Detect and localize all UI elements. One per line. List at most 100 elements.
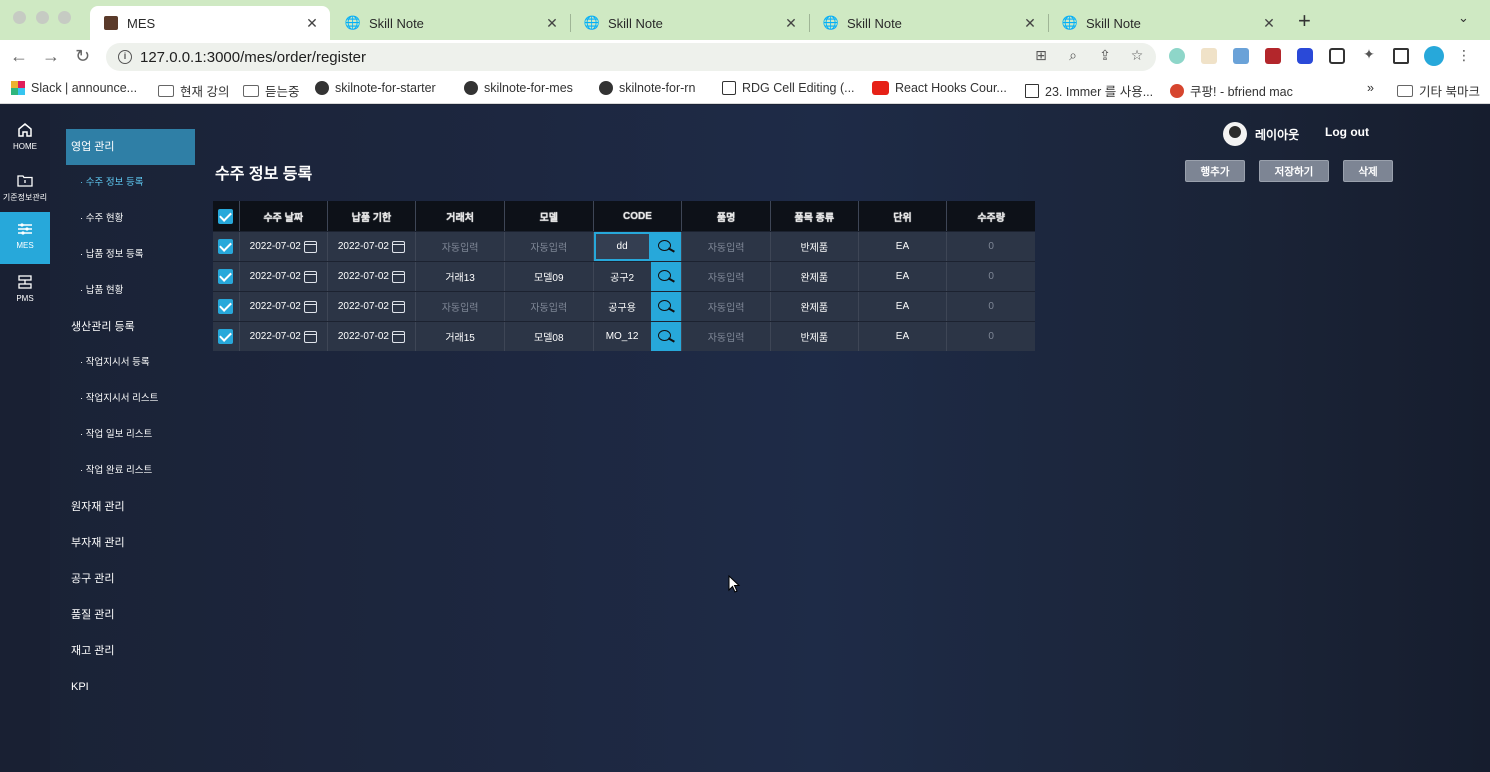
tab-search-chevron-icon[interactable]: ⌄ (1458, 10, 1469, 26)
rail-item-master-data[interactable]: 기준정보관리 (0, 163, 50, 215)
back-arrow-icon[interactable]: ← (10, 46, 28, 67)
code-cell[interactable]: dd (593, 232, 683, 261)
order-date-cell[interactable]: 2022-07-02 (240, 232, 328, 261)
extension-red-icon[interactable] (1265, 48, 1281, 64)
column-header[interactable]: 품명 (682, 201, 771, 231)
zoom-window-button[interactable] (58, 11, 71, 24)
item-kind-cell[interactable]: 반제품 (771, 232, 859, 261)
client-cell[interactable]: 자동입력 (416, 232, 505, 261)
menu-inventory-management[interactable]: 재고 관리 (66, 633, 195, 669)
row-checkbox[interactable] (218, 329, 234, 344)
bookmark-react-hooks[interactable]: React Hooks Cour... (872, 81, 1007, 95)
row-checkbox-cell[interactable] (213, 262, 240, 291)
menu-kpi[interactable]: KPI (66, 669, 195, 705)
column-header[interactable]: 납품 기한 (328, 201, 417, 231)
calendar-icon[interactable] (303, 300, 317, 313)
product-name-cell[interactable]: 자동입력 (682, 262, 771, 291)
calendar-extension-icon[interactable] (1201, 48, 1217, 64)
column-header[interactable]: 거래처 (416, 201, 505, 231)
row-checkbox[interactable] (218, 269, 234, 284)
menu-delivery-status[interactable]: · 납품 현황 (66, 273, 195, 309)
menu-order-register[interactable]: · 수주 정보 등록 (66, 165, 195, 201)
code-input[interactable]: 공구2 (594, 262, 651, 291)
bookmark-slack[interactable]: Slack | announce... (11, 81, 137, 95)
menu-quality-management[interactable]: 품질 관리 (66, 597, 195, 633)
close-tab-icon[interactable]: ✕ (1259, 15, 1279, 32)
unit-cell[interactable]: EA (859, 232, 948, 261)
code-cell[interactable]: MO_12 (594, 322, 683, 351)
product-name-cell[interactable]: 자동입력 (682, 232, 771, 261)
share-icon[interactable]: ⇪ (1097, 47, 1113, 63)
translate-icon[interactable]: ⊞ (1033, 47, 1049, 63)
code-input[interactable]: 공구용 (594, 292, 651, 321)
order-qty-cell[interactable]: 0 (947, 262, 1035, 291)
unit-cell[interactable]: EA (859, 262, 948, 291)
code-search-button[interactable] (650, 232, 681, 261)
table-row[interactable]: 2022-07-02 2022-07-02 자동입력 자동입력 dd 자동입력 반제품 EA 0 (213, 231, 1035, 261)
model-cell[interactable]: 자동입력 (505, 292, 594, 321)
close-tab-icon[interactable]: ✕ (781, 15, 801, 32)
capture-extension-icon[interactable] (1329, 48, 1345, 64)
row-checkbox-cell[interactable] (213, 232, 240, 261)
calendar-icon[interactable] (392, 270, 405, 283)
rail-item-mes[interactable]: MES (0, 212, 50, 264)
calendar-icon[interactable] (392, 300, 405, 313)
rail-item-pms[interactable]: PMS (0, 265, 50, 317)
address-bar[interactable]: i 127.0.0.1:3000/mes/order/register (106, 43, 1156, 71)
close-tab-icon[interactable]: ✕ (302, 15, 322, 32)
model-cell[interactable]: 모델08 (505, 322, 594, 351)
product-name-cell[interactable]: 자동입력 (682, 322, 771, 351)
due-date-cell[interactable]: 2022-07-02 (328, 262, 417, 291)
model-cell[interactable]: 모델09 (505, 262, 594, 291)
menu-sales-management[interactable]: 영업 관리 (66, 129, 195, 165)
order-date-cell[interactable]: 2022-07-02 (240, 292, 328, 321)
calendar-icon[interactable] (303, 330, 317, 343)
column-header[interactable]: 모델 (505, 201, 594, 231)
table-row[interactable]: 2022-07-02 2022-07-02 거래15 모델08 MO_12 자동입력 반제품… (213, 321, 1035, 351)
logout-button[interactable]: Log out (1325, 125, 1369, 139)
client-cell[interactable]: 자동입력 (416, 292, 505, 321)
column-header[interactable]: 수주량 (947, 201, 1035, 231)
close-tab-icon[interactable]: ✕ (542, 15, 562, 32)
new-tab-button[interactable]: + (1298, 8, 1311, 34)
column-header[interactable]: 수주 날짜 (240, 201, 328, 231)
client-cell[interactable]: 거래13 (416, 262, 505, 291)
column-header[interactable]: 품목 종류 (771, 201, 859, 231)
order-qty-cell[interactable]: 0 (947, 232, 1035, 261)
row-checkbox[interactable] (218, 239, 234, 254)
table-row[interactable]: 2022-07-02 2022-07-02 거래13 모델09 공구2 자동입력 완제품 EA… (213, 261, 1035, 291)
browser-tab-skillnote-1[interactable]: 🌐 Skill Note ✕ (332, 6, 570, 40)
row-checkbox-cell[interactable] (213, 322, 240, 351)
bookmark-coupang[interactable]: 쿠팡! - bfriend mac (1170, 81, 1293, 100)
order-date-cell[interactable]: 2022-07-02 (240, 322, 328, 351)
code-search-button[interactable] (650, 322, 681, 351)
order-date-cell[interactable]: 2022-07-02 (240, 262, 328, 291)
menu-production-register[interactable]: 생산관리 등록 (66, 309, 195, 345)
code-search-button[interactable] (650, 262, 681, 291)
order-qty-cell[interactable]: 0 (947, 292, 1035, 321)
column-header[interactable]: CODE (594, 201, 683, 231)
site-info-icon[interactable]: i (118, 50, 132, 64)
calendar-icon[interactable] (392, 240, 405, 253)
bookmark-folder-listening[interactable]: 듣는중 (243, 81, 300, 100)
select-all-checkbox[interactable] (218, 208, 234, 224)
close-window-button[interactable] (13, 11, 26, 24)
bookmark-other[interactable]: 기타 북마크 (1397, 81, 1480, 100)
unit-cell[interactable]: EA (859, 322, 948, 351)
code-input[interactable]: MO_12 (594, 322, 651, 351)
browser-tab-mes[interactable]: MES ✕ (90, 6, 330, 40)
side-panel-icon[interactable] (1393, 48, 1409, 64)
bookmark-skilnote-rn[interactable]: skilnote-for-rn (599, 81, 695, 95)
close-tab-icon[interactable]: ✕ (1020, 15, 1040, 32)
user-profile[interactable]: 레이아웃 (1223, 122, 1299, 146)
menu-sub-material[interactable]: 부자재 관리 (66, 525, 195, 561)
bookmark-folder-current[interactable]: 현재 강의 (158, 81, 229, 100)
bookmark-rdg[interactable]: RDG Cell Editing (... (722, 81, 855, 95)
calendar-icon[interactable] (303, 240, 317, 253)
menu-order-status[interactable]: · 수주 현황 (66, 201, 195, 237)
pipette-extension-icon[interactable] (1233, 48, 1249, 64)
save-button[interactable]: 저장하기 (1259, 160, 1329, 182)
bookmark-overflow-chevron[interactable]: » (1367, 81, 1374, 95)
rail-item-home[interactable]: HOME (0, 113, 50, 165)
select-all-checkbox-cell[interactable] (213, 201, 240, 231)
